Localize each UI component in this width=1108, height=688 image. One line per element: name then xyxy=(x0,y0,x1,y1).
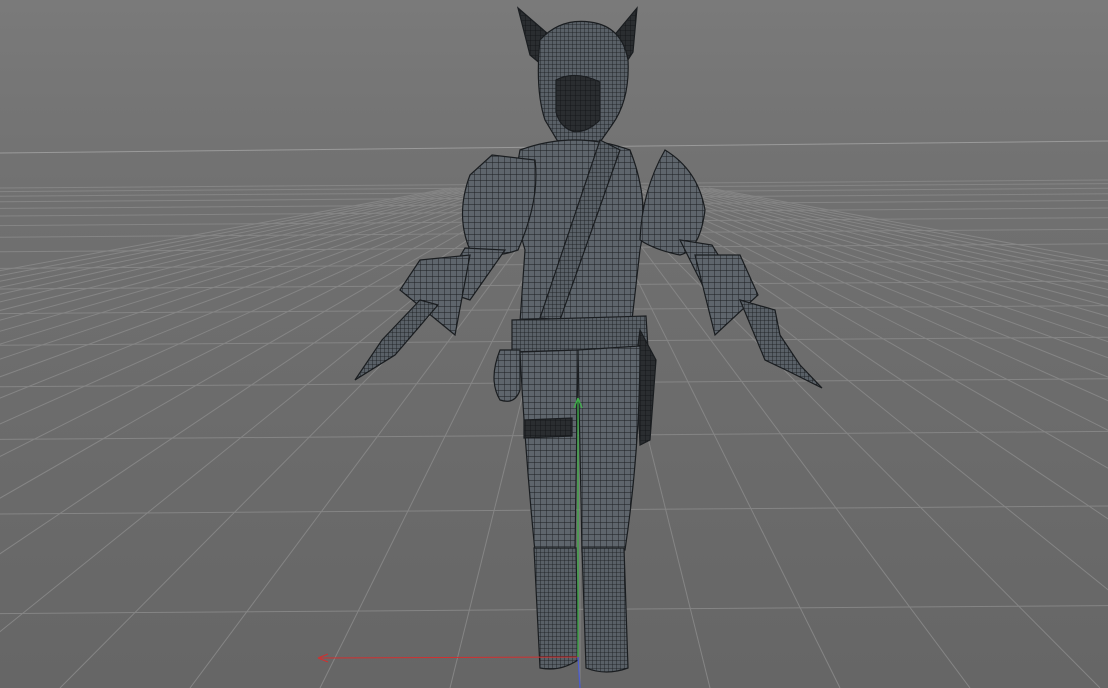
right-boot xyxy=(581,547,629,673)
viewport-canvas[interactable] xyxy=(0,0,1108,688)
thigh-strap xyxy=(523,417,573,439)
hip-pouch xyxy=(493,349,521,402)
face xyxy=(555,74,601,133)
3d-viewport[interactable] xyxy=(0,0,1108,688)
left-boot xyxy=(533,547,579,670)
